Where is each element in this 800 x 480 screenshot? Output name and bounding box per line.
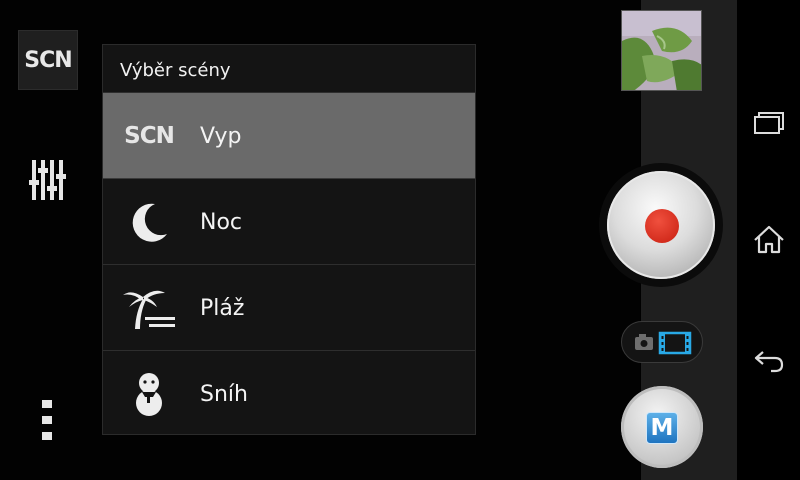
scene-mode-button[interactable]: SCN <box>18 30 78 90</box>
scene-option-night[interactable]: Noc <box>103 179 475 265</box>
manual-mode-badge: M <box>646 412 678 444</box>
sliders-icon <box>29 160 66 200</box>
scene-option-off[interactable]: SCN Vyp <box>103 93 475 179</box>
scene-option-beach[interactable]: Pláž <box>103 265 475 351</box>
record-dot-icon <box>645 209 679 243</box>
scene-option-snow[interactable]: Sníh <box>103 351 475 437</box>
scene-option-label: Vyp <box>200 124 242 149</box>
snowman-icon <box>121 369 177 419</box>
beach-palm-icon <box>121 283 177 333</box>
last-photo-thumbnail[interactable] <box>621 10 702 91</box>
record-button[interactable] <box>599 163 723 287</box>
recent-apps-icon <box>754 112 784 134</box>
scene-option-label: Pláž <box>200 296 245 321</box>
scn-text-icon: SCN <box>124 123 175 149</box>
settings-sliders-button[interactable] <box>22 150 74 206</box>
capture-mode-dial[interactable]: M <box>621 386 703 468</box>
dialog-title: Výběr scény <box>103 45 475 93</box>
scene-option-label: Sníh <box>200 382 248 407</box>
back-button[interactable] <box>749 340 789 380</box>
camera-video-toggle-icon <box>635 331 692 355</box>
back-icon <box>754 351 784 373</box>
moon-icon <box>121 197 177 247</box>
overflow-menu-button[interactable] <box>36 396 60 444</box>
photo-video-switch[interactable] <box>621 321 703 363</box>
recent-apps-button[interactable] <box>749 104 789 144</box>
home-icon <box>754 225 784 254</box>
scene-selection-dialog: Výběr scény SCN Vyp Noc Pláž Sníh <box>102 44 476 435</box>
scene-option-label: Noc <box>200 210 243 235</box>
record-button-face <box>607 171 715 279</box>
navigation-bar <box>737 0 800 480</box>
photo-preview-image <box>622 11 701 90</box>
more-vertical-icon <box>42 400 52 440</box>
scn-label: SCN <box>24 47 72 73</box>
home-button[interactable] <box>749 220 789 260</box>
